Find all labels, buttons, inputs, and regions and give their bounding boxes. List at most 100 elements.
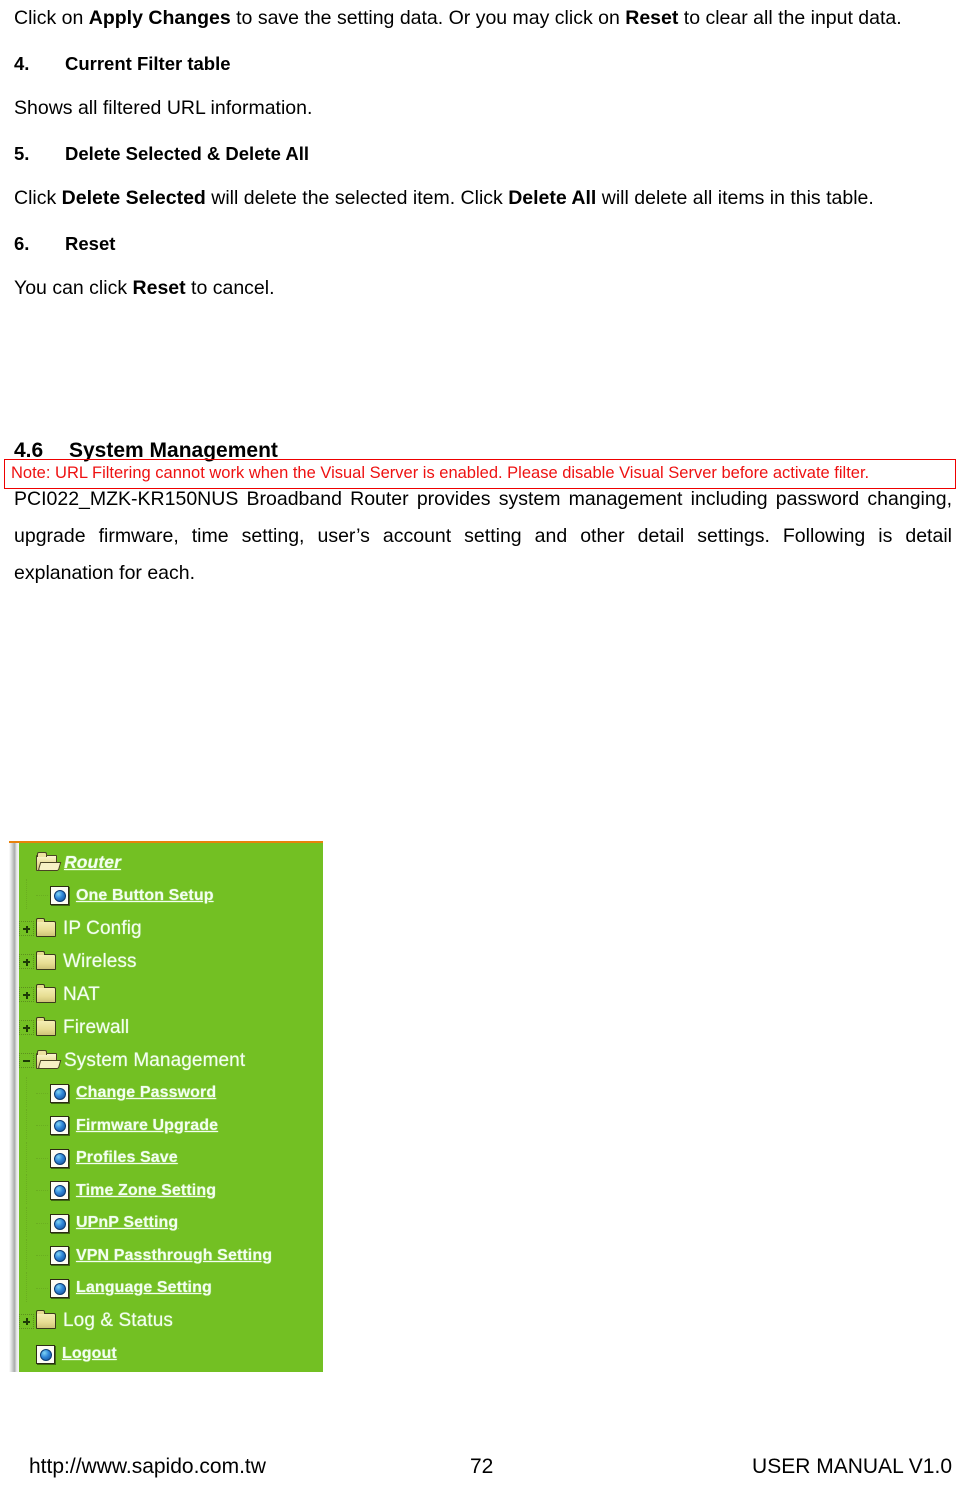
paragraph-shows-filtered: Shows all filtered URL information. [14,97,313,119]
tree-indent [19,1076,35,1107]
tree-item-change-password[interactable]: Change Password [19,1076,323,1110]
page-globe-icon [50,1181,69,1201]
tree-connector-line [35,1281,50,1296]
tree-item-firmware-upgrade[interactable]: Firmware Upgrade [19,1109,323,1143]
tree-indent [19,1239,35,1270]
footer-page-number: 72 [470,1455,494,1478]
tree-item-label: Router [64,852,121,872]
tree-item-vpn-passthrough-setting[interactable]: VPN Passthrough Setting [19,1239,323,1273]
bold-delete-all: Delete All [508,187,597,209]
tree-item-firewall[interactable]: Firewall [19,1011,323,1044]
tree-item-language-setting[interactable]: Language Setting [19,1271,323,1305]
paragraph-reset-description: You can click Reset to cancel. [14,270,952,307]
tree-item-label: Firewall [63,1016,130,1038]
tree-item-profiles-save[interactable]: Profiles Save [19,1141,323,1175]
expand-plus-icon[interactable] [19,921,34,936]
folder-open-icon [36,1049,57,1069]
tree-connector-line [35,1086,50,1101]
manual-page: Click on Apply Changes to save the setti… [0,0,966,1491]
tree-indent [19,1271,35,1302]
tree-item-log-status[interactable]: Log & Status [19,1305,323,1338]
tree-item-label: System Management [64,1049,246,1071]
page-globe-icon [50,1083,69,1103]
text-fragment: to cancel. [185,277,275,299]
tree-item-one-button-setup[interactable]: One Button Setup [19,879,323,912]
tree-item-label: VPN Passthrough Setting [76,1246,273,1264]
tree-item-system-management[interactable]: System Management [19,1044,323,1077]
tree-item-wireless[interactable]: Wireless [19,945,323,978]
tree-item-label: Logout [62,1345,117,1362]
heading-text: Reset [65,233,116,254]
folder-closed-icon [36,1016,56,1036]
bold-reset-word: Reset [132,277,186,299]
tree-item-time-zone-setting[interactable]: Time Zone Setting [19,1174,323,1208]
tree-item-router[interactable]: Router [19,846,323,879]
page-content: Click on Apply Changes to save the setti… [14,0,952,602]
note-body: URL Filtering cannot work when the Visua… [50,464,870,482]
text-fragment: to clear all the input data. [678,7,902,29]
text-fragment: to save the setting data. Or you may cli… [230,7,626,29]
page-globe-icon [50,1116,69,1136]
text-fragment: You can click [14,277,133,299]
page-globe-icon [50,1246,69,1266]
expand-plus-icon[interactable] [19,954,34,969]
folder-closed-icon [36,1310,56,1329]
bold-apply-changes: Apply Changes [88,7,231,29]
folder-closed-icon [36,917,56,937]
tree-item-nat[interactable]: NAT [19,978,323,1011]
tree-indent [19,1174,35,1205]
heading-delete-selected-delete-all: 5. Delete Selected & Delete All [14,137,952,171]
tree-item-label: Change Password [76,1084,217,1102]
page-globe-icon [50,1213,69,1233]
tree-item-label: Wireless [63,950,137,972]
note-label: Note: [11,464,51,482]
note-text: Note: URL Filtering cannot work when the… [11,463,951,484]
bold-reset: Reset [625,7,679,29]
expand-plus-icon[interactable] [19,1313,34,1329]
folder-closed-icon [36,983,56,1003]
tree-connector-line [35,1216,50,1231]
heading-number: 5. [14,143,30,164]
bold-delete-selected: Delete Selected [61,187,206,209]
text-fragment: will delete all items in this table. [596,187,874,209]
tree-item-label: Profiles Save [76,1149,178,1167]
footer-url[interactable]: http://www.sapido.com.tw [29,1455,266,1479]
paragraph-system-management-body: PCI022_MZK-KR150NUS Broadband Router pro… [14,488,952,584]
tree-item-ip-config[interactable]: IP Config [19,912,323,945]
tree-item-label: NAT [63,983,100,1005]
collapse-minus-icon[interactable] [19,1053,34,1068]
tree-indent [19,1109,35,1140]
tree-indent [19,1206,35,1237]
folder-closed-icon [36,950,56,970]
tree-item-label: Firmware Upgrade [76,1116,219,1134]
heading-text: Delete Selected & Delete All [65,143,310,164]
page-footer: http://www.sapido.com.tw 72 USER MANUAL … [0,1455,966,1489]
tree-item-upnp-setting[interactable]: UPnP Setting [19,1206,323,1240]
page-globe-icon [50,1278,69,1298]
scrollbar-gutter[interactable] [9,843,19,1372]
tree-indent [19,1141,35,1172]
text-fragment: Click [14,187,62,209]
tree-connector-line [35,1118,50,1133]
expand-plus-icon[interactable] [19,1020,34,1035]
text-fragment: will delete the selected item. Click [205,187,509,209]
heading-reset: 6. Reset [14,227,952,261]
tree-item-label: UPnP Setting [76,1214,179,1232]
text-fragment: Click on [14,7,89,29]
tree-item-label: Language Setting [76,1279,212,1297]
tree-indent [19,879,35,909]
page-globe-icon [50,886,69,905]
tree-item-logout[interactable]: Logout [19,1338,323,1371]
paragraph-apply-changes: Click on Apply Changes to save the setti… [14,0,952,37]
tree-connector-line [35,1248,50,1263]
expand-plus-icon[interactable] [19,987,34,1002]
heading-number: 4. [14,53,30,74]
page-globe-icon [36,1344,55,1364]
heading-current-filter-table: 4. Current Filter table [14,47,952,81]
heading-text: Current Filter table [65,53,231,74]
tree-item-label: Log & Status [63,1310,173,1331]
tree-item-label: IP Config [63,917,142,939]
folder-open-icon [36,851,57,871]
